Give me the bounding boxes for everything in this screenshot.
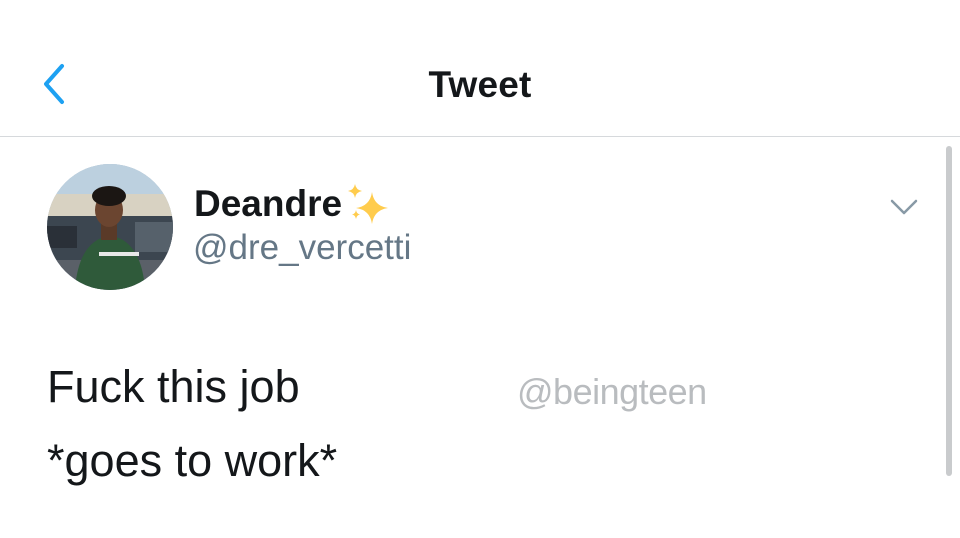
author-name-row[interactable]: Deandre: [194, 182, 392, 226]
page-title: Tweet: [428, 64, 532, 105]
display-name: Deandre: [194, 183, 343, 224]
sparkles-icon: [348, 184, 389, 224]
avatar[interactable]: [47, 164, 173, 290]
author-handle[interactable]: @dre_vercetti: [193, 228, 411, 268]
navigation-bar: Tweet: [0, 0, 960, 137]
profile-photo: [47, 164, 173, 290]
tweet-detail-screen: Tweet Deandre @dre_vercetti Fuck this jo…: [0, 0, 960, 538]
tweet-text: Fuck this job *goes to work*: [47, 361, 338, 486]
watermark: @beingteen: [517, 371, 707, 412]
chevron-down-icon: [890, 199, 918, 215]
tweet-options-button[interactable]: [884, 193, 924, 223]
scrollbar[interactable]: [946, 146, 952, 476]
